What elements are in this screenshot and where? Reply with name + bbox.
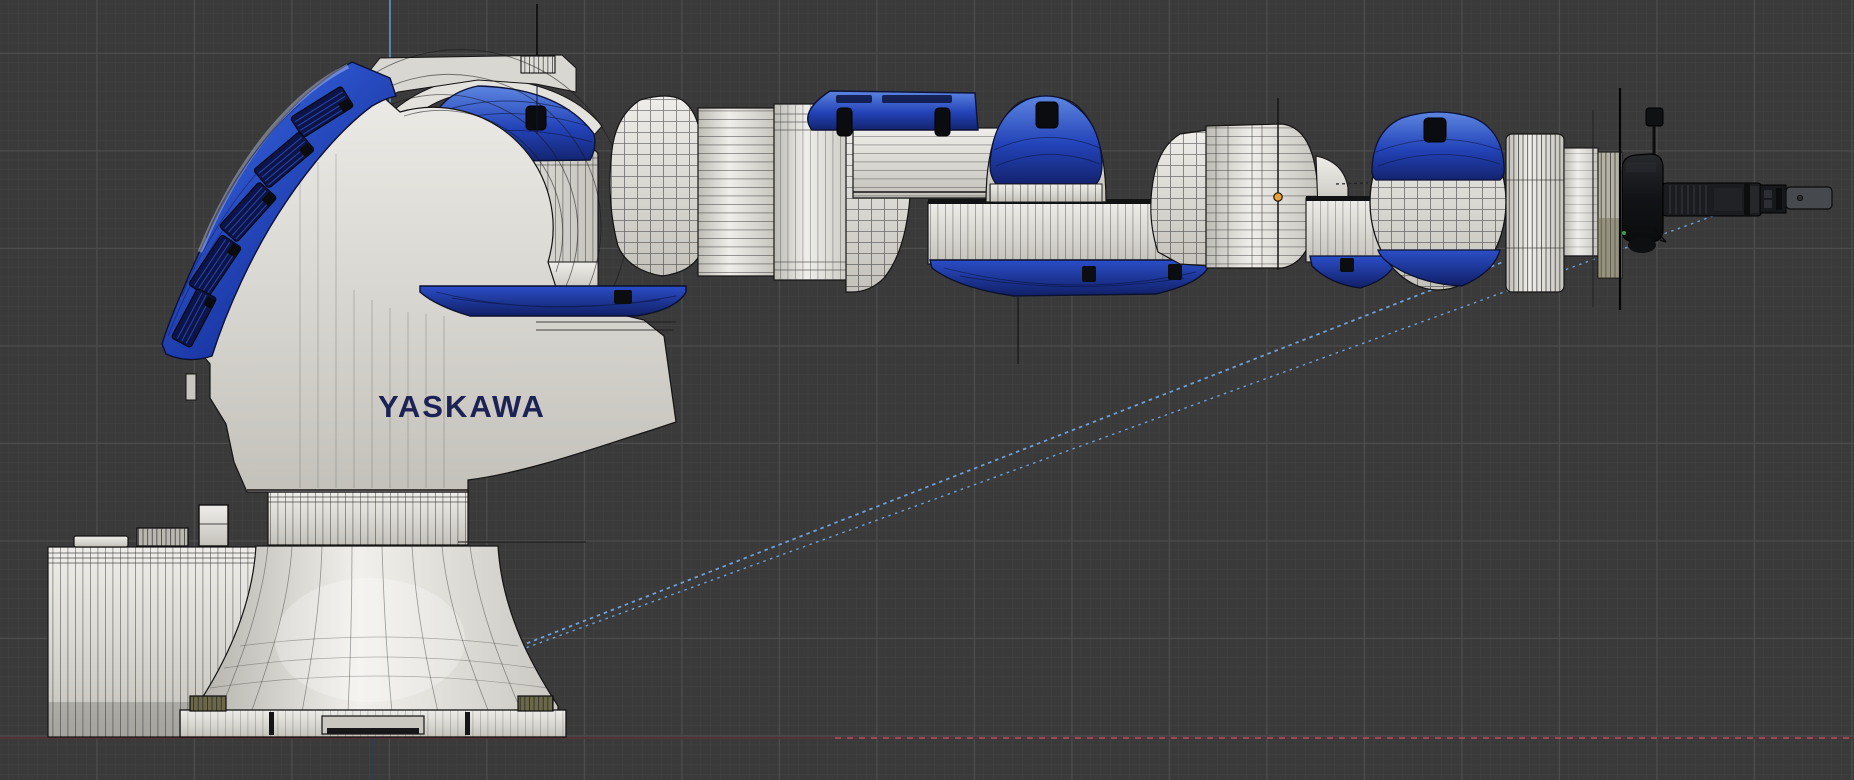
tool-top-bolt [1645, 107, 1664, 127]
wrist-housing[interactable] [1369, 111, 1507, 291]
baseplate-bar-left [269, 712, 274, 735]
link2-clip [1340, 258, 1354, 272]
boat-clip-1 [1082, 266, 1096, 282]
tool-mass-highlight [1626, 162, 1656, 172]
tool-tip-dot [1796, 194, 1804, 202]
tool-coupler-detail-1 [1764, 190, 1772, 198]
tool-coupler-slot [1776, 188, 1782, 210]
slab-bolt-2 [934, 107, 951, 137]
base-connector-ribs [137, 528, 188, 546]
tool-arm-panel [1714, 188, 1742, 211]
plinth-ribs [268, 492, 468, 545]
tool-coupler-detail-2 [1764, 200, 1772, 208]
vertex-highlight-dot [1622, 231, 1626, 235]
tool-coupler [1759, 184, 1787, 214]
slab-stripe-1 [836, 95, 872, 103]
baseplate-slot-shadow [327, 728, 419, 734]
shoulder-under-bowl[interactable] [419, 285, 687, 317]
bowl-clip [614, 290, 632, 304]
slab-bolt-1 [836, 107, 853, 137]
j3-cap-slot [1035, 101, 1059, 129]
brand-logo-text: YASKAWA [378, 389, 546, 424]
origin-point[interactable] [1273, 192, 1283, 202]
tool-arm-notch [1744, 183, 1750, 216]
baseplate-bar-right [465, 712, 470, 735]
tool-mass-lobe [1628, 237, 1656, 253]
flange-drum-ribs [1506, 134, 1564, 292]
base-stub-box [198, 504, 229, 547]
flange-ring-olive [1598, 218, 1622, 278]
slab-stripe-2 [882, 95, 952, 103]
j3-band-ribs [990, 184, 1102, 202]
arm-bulge-wires [610, 96, 702, 276]
tool-tip-block [1785, 186, 1833, 210]
tool-arm-ribs [1669, 185, 1707, 214]
base-pad-right-ribs [518, 696, 553, 711]
base-tab [73, 535, 129, 548]
boat-clip-2 [1168, 264, 1182, 280]
viewport-3d[interactable]: YASKAWA [0, 0, 1854, 780]
base-pad-left-ribs [190, 696, 226, 711]
arm-hdrum-lines [698, 108, 776, 276]
body-side-tab [185, 373, 197, 401]
dome-top-clamp-ribs [521, 56, 555, 73]
wrist-cap-slot [1423, 117, 1447, 143]
